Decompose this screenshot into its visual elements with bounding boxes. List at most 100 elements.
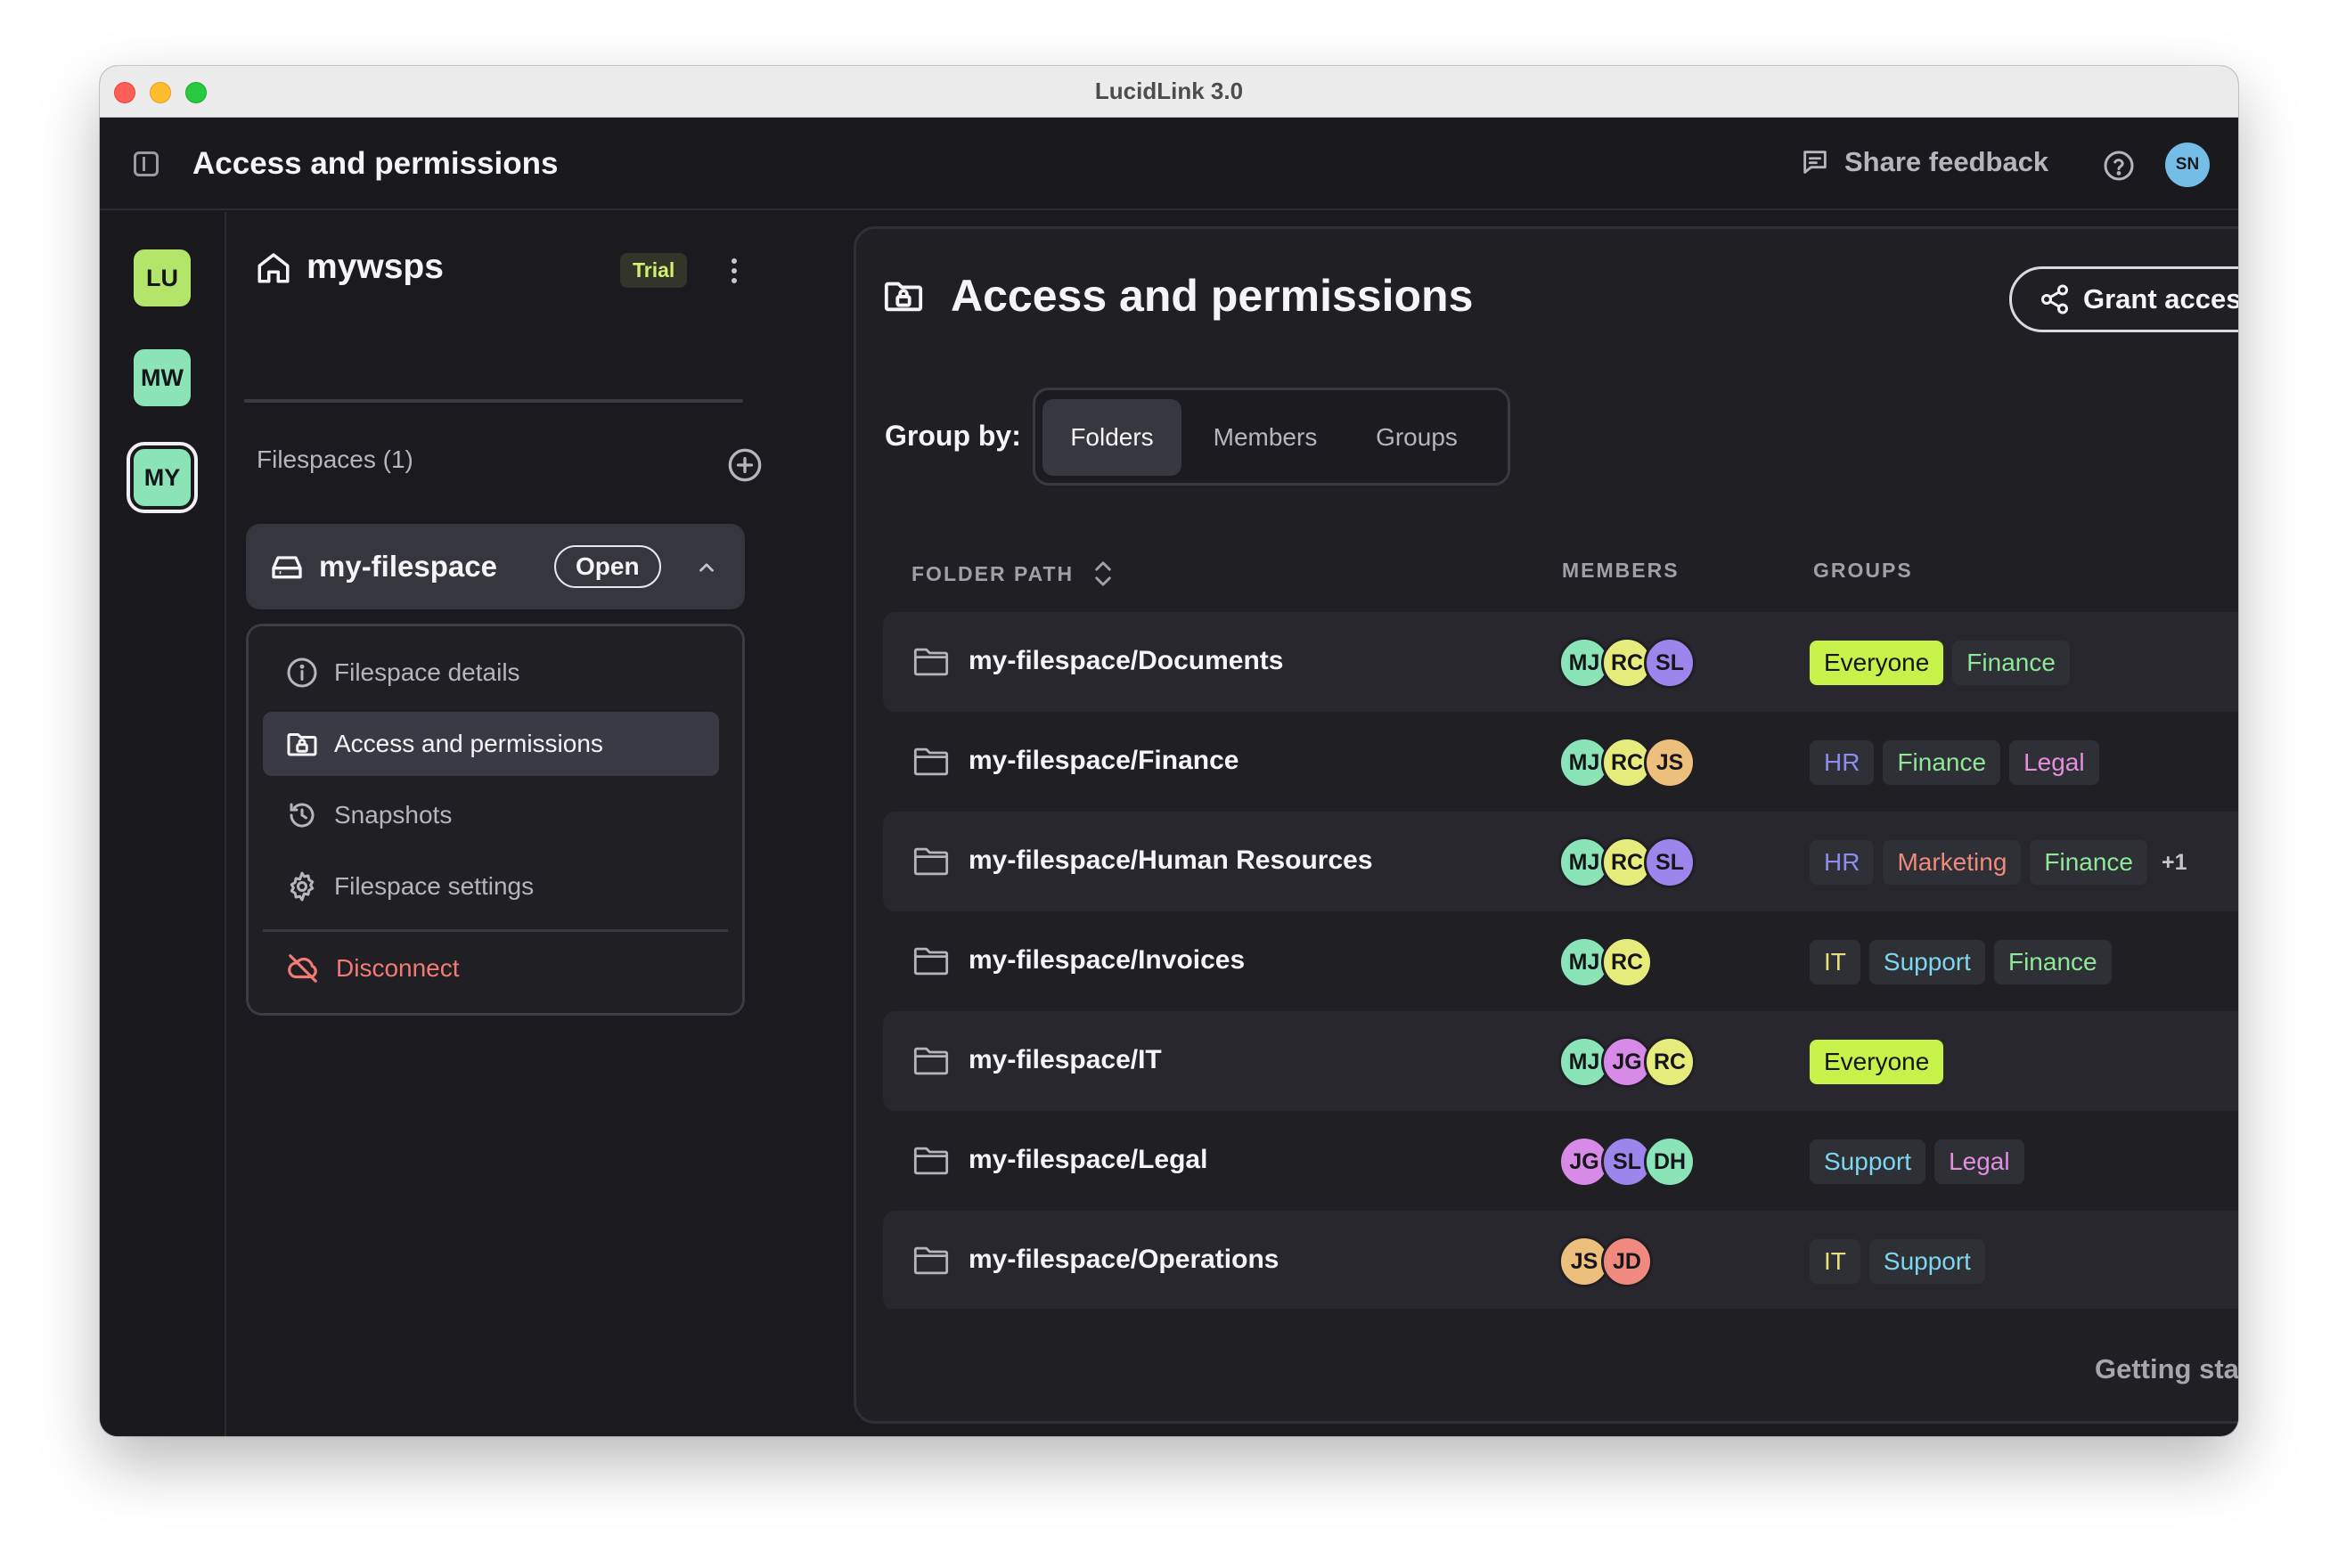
group-tag: Legal xyxy=(2009,740,2099,785)
grant-access-button[interactable]: Grant access xyxy=(2009,266,2238,332)
chat-bubble-icon xyxy=(1803,151,1827,174)
table-row[interactable]: my-filespace/Documents MJ RC SL Everyone Fina… xyxy=(883,612,2238,712)
folder-icon xyxy=(913,1245,949,1281)
table-row[interactable]: my-filespace/Operations JS JD IT Support xyxy=(883,1211,2238,1309)
group-tag: Everyone xyxy=(1810,641,1944,685)
group-tag: Finance xyxy=(2030,840,2148,885)
member-avatar: JD xyxy=(1601,1236,1653,1287)
close-window-button[interactable] xyxy=(114,82,135,103)
group-tags: Everyone xyxy=(1810,1040,1944,1084)
chevron-up-icon[interactable] xyxy=(695,556,718,579)
workspace-avatar-my[interactable]: MY xyxy=(127,442,198,513)
history-clock-icon xyxy=(290,803,315,828)
page-title: Access and permissions xyxy=(883,270,1473,322)
workspace-header: mywsps Trial xyxy=(255,248,754,290)
group-tags: IT Support Finance xyxy=(1810,940,2112,984)
header-title: Access and permissions xyxy=(192,146,559,181)
group-by-folders-tab[interactable]: Folders xyxy=(1042,399,1181,476)
table-row[interactable]: my-filespace/IT MJ JG RC Everyone xyxy=(883,1011,2238,1111)
menu-item-label: Filespace details xyxy=(334,658,520,686)
menu-item-access-permissions[interactable]: Access and permissions xyxy=(263,712,719,776)
filespace-card[interactable]: my-filespace Open xyxy=(246,524,745,609)
member-avatar-stack[interactable]: MJ RC SL xyxy=(1558,837,1696,888)
group-tags: Everyone Finance xyxy=(1810,641,2070,685)
member-avatar: SL xyxy=(1644,637,1696,689)
table-row[interactable]: my-filespace/Human Resources MJ RC SL HR Mark… xyxy=(883,812,2238,911)
menu-item-snapshots[interactable]: Snapshots xyxy=(263,783,719,847)
add-filespace-icon[interactable] xyxy=(727,447,763,487)
folder-path: my-filespace/Documents xyxy=(969,646,1284,675)
member-avatar-stack[interactable]: MJ RC xyxy=(1558,936,1653,988)
group-by-groups-tab[interactable]: Groups xyxy=(1347,399,1486,476)
group-tags: HR Finance Legal xyxy=(1810,740,2099,785)
filespace-menu: Filespace details Access and permissions… xyxy=(246,624,745,1016)
member-avatar: SL xyxy=(1644,837,1696,888)
folder-icon xyxy=(913,845,949,882)
minimize-window-button[interactable] xyxy=(150,82,171,103)
member-avatar-stack[interactable]: MJ JG RC xyxy=(1558,1036,1696,1088)
filespace-status-badge[interactable]: Open xyxy=(554,545,661,588)
getting-started-link[interactable]: Getting started xyxy=(2095,1353,2238,1385)
folder-path-column-header[interactable]: FOLDER PATH xyxy=(911,559,1116,589)
sidebar-toggle-icon[interactable] xyxy=(134,151,159,176)
workspace-more-icon[interactable] xyxy=(716,251,752,290)
workspace-avatar-mw[interactable]: MW xyxy=(134,349,191,406)
group-by-members-tab[interactable]: Members xyxy=(1196,399,1335,476)
group-tag: IT xyxy=(1810,940,1860,984)
member-avatar-stack[interactable]: MJ RC JS xyxy=(1558,737,1696,788)
member-avatar-stack[interactable]: MJ RC SL xyxy=(1558,637,1696,689)
member-avatar-stack[interactable]: JS JD xyxy=(1558,1236,1653,1287)
group-tags: IT Support xyxy=(1810,1239,1985,1284)
table-row[interactable]: my-filespace/Invoices MJ RC IT Support Financ… xyxy=(883,911,2238,1011)
folder-lock-icon xyxy=(287,733,317,756)
home-icon xyxy=(258,253,290,283)
user-avatar[interactable]: SN xyxy=(2165,143,2210,187)
member-avatar: RC xyxy=(1601,936,1653,988)
member-avatar: RC xyxy=(1644,1036,1696,1088)
title-bar: LucidLink 3.0 xyxy=(100,66,2238,118)
group-tag: HR xyxy=(1810,840,1875,885)
group-tag: Support xyxy=(1868,940,1985,984)
window-title: LucidLink 3.0 xyxy=(1094,78,1244,104)
group-tags: HR Marketing Finance +1 xyxy=(1810,840,2187,885)
menu-item-label: Snapshots xyxy=(334,801,453,829)
group-tag: Everyone xyxy=(1810,1040,1944,1084)
help-icon[interactable] xyxy=(2103,150,2135,186)
access-permissions-panel: Access and permissions Grant access Grou… xyxy=(854,226,2238,1424)
member-avatar: JS xyxy=(1644,737,1696,788)
cloud-off-icon xyxy=(288,954,317,983)
group-tag: HR xyxy=(1810,740,1875,785)
member-avatar-stack[interactable]: JG SL DH xyxy=(1558,1136,1696,1188)
filespace-sidebar: mywsps Trial Filespaces (1) my-filespace… xyxy=(228,212,836,1436)
menu-divider xyxy=(263,929,728,932)
menu-item-filespace-settings[interactable]: Filespace settings xyxy=(263,854,719,919)
page-title-text: Access and permissions xyxy=(951,271,1474,321)
app-window: LucidLink 3.0 Access and permissions Sha… xyxy=(100,66,2238,1436)
grant-access-label: Grant access xyxy=(2083,283,2238,314)
share-feedback-button[interactable]: Share feedback xyxy=(1800,146,2048,178)
workspace-avatar-lu[interactable]: LU xyxy=(134,249,191,306)
zoom-window-button[interactable] xyxy=(185,82,207,103)
group-tag: Legal xyxy=(1934,1139,2024,1184)
table-row[interactable]: my-filespace/Legal JG SL DH Support Legal xyxy=(883,1111,2238,1211)
group-by-segmented-control: Folders Members Groups xyxy=(1033,388,1510,486)
table-row[interactable]: my-filespace/Finance MJ RC JS HR Finance Legal xyxy=(883,712,2238,812)
trial-badge: Trial xyxy=(620,253,688,288)
window-controls xyxy=(114,82,207,103)
folder-icon xyxy=(913,945,949,982)
filespaces-heading: Filespaces (1) xyxy=(257,445,413,473)
folder-icon xyxy=(913,1145,949,1181)
group-tag: Marketing xyxy=(1883,840,2022,885)
members-column-header: MEMBERS xyxy=(1562,559,1680,582)
sort-icon[interactable] xyxy=(1090,559,1116,589)
app-header: Access and permissions Share feedback SN xyxy=(100,118,2238,210)
folder-icon xyxy=(913,1045,949,1082)
group-tag: Finance xyxy=(1993,940,2112,984)
more-groups-count[interactable]: +1 xyxy=(2162,850,2187,876)
filespace-name: my-filespace xyxy=(319,550,497,583)
info-icon xyxy=(287,657,317,688)
menu-item-filespace-details[interactable]: Filespace details xyxy=(263,641,719,705)
share-feedback-label: Share feedback xyxy=(1844,146,2049,177)
menu-item-disconnect[interactable]: Disconnect xyxy=(263,936,719,1000)
gear-icon xyxy=(290,871,315,902)
